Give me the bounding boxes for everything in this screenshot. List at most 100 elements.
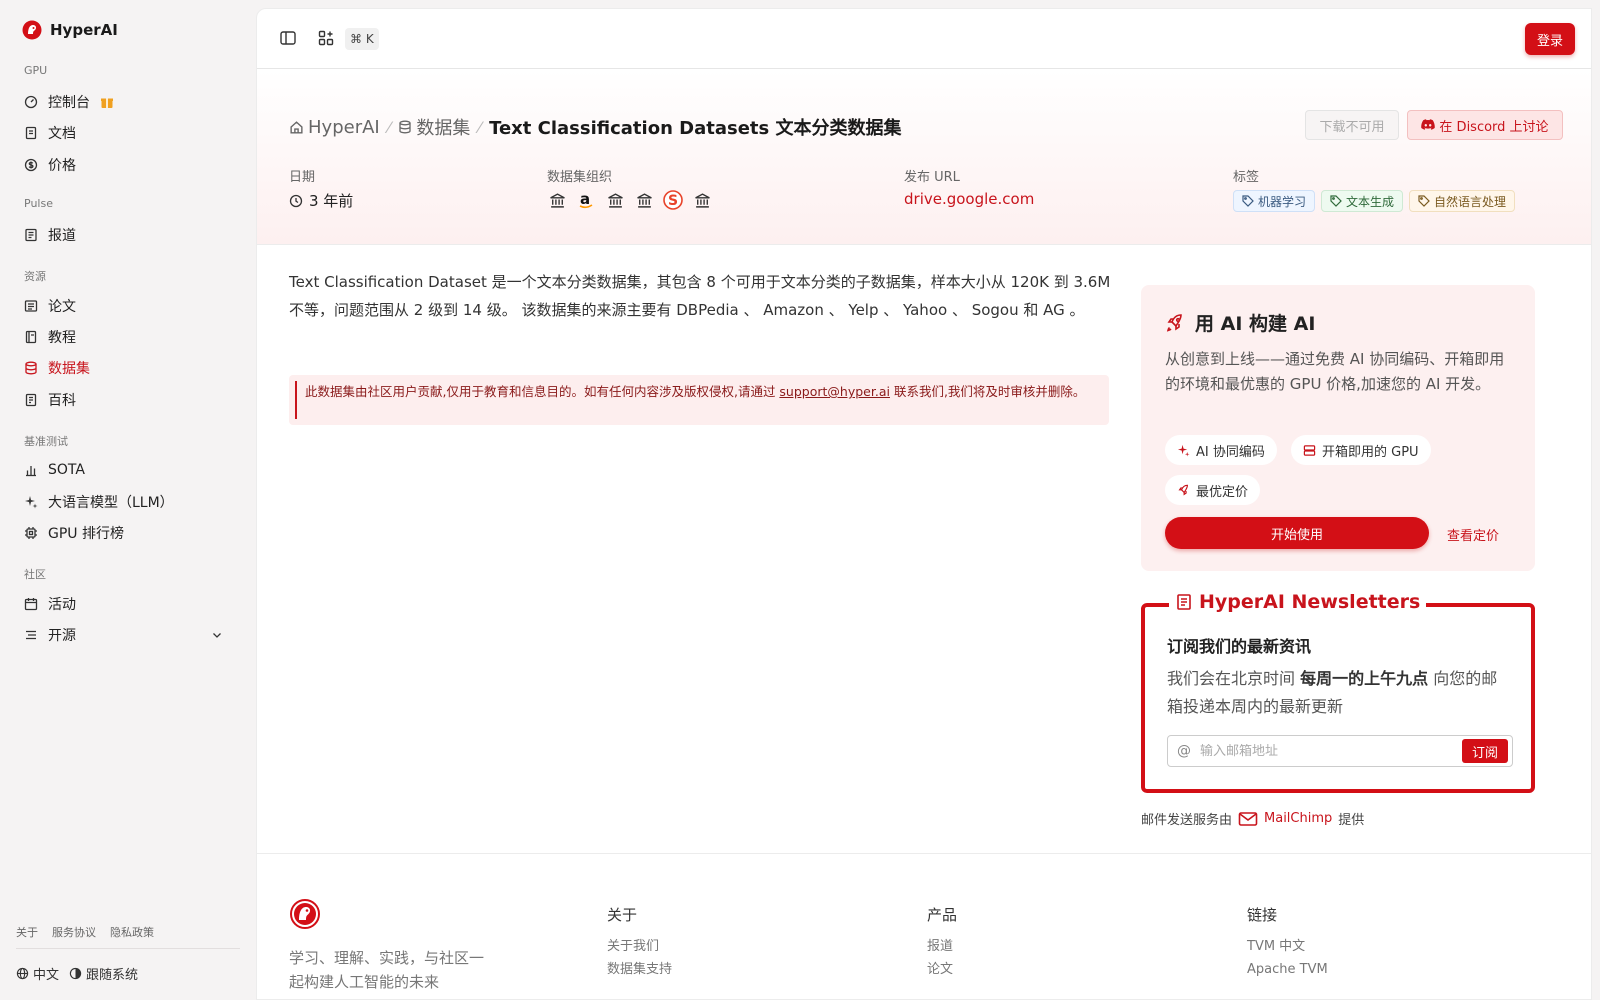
institution-icon[interactable] [605, 190, 625, 210]
sidebar-item-tutorials[interactable]: 教程 [16, 323, 236, 351]
chip-label: AI 协同编码 [1196, 444, 1265, 460]
sidebar-item-datasets[interactable]: 数据集 [16, 354, 236, 382]
tag-label: 自然语言处理 [1434, 194, 1507, 209]
clock-icon [289, 194, 303, 207]
sidebar-item-label: 大语言模型（LLM） [48, 495, 174, 511]
section-resources: 资源 [24, 270, 46, 283]
sidebar-item-sota[interactable]: SOTA [16, 456, 236, 484]
sidebar-item-label: 价格 [48, 158, 76, 174]
dataset-description: Text Classification Dataset 是一个文本分类数据集，其… [289, 273, 1111, 319]
notice-text-before: 此数据集由社区用户贡献,仅用于教育和信息目的。如有任何内容涉及版权侵权,请通过 [305, 384, 780, 399]
support-email-link[interactable]: support@hyper.ai [779, 384, 890, 399]
tag-label: 机器学习 [1258, 194, 1307, 209]
sidebar-item-open-source[interactable]: 开源 [16, 621, 236, 649]
subscribe-button[interactable]: 订阅 [1462, 739, 1508, 763]
tag-text-generation[interactable]: 文本生成 [1321, 190, 1404, 212]
chip-pricing: 最优定价 [1165, 475, 1261, 505]
footer-link[interactable]: 关于我们 [607, 935, 672, 958]
breadcrumb-section[interactable]: 数据集 [398, 114, 470, 140]
amazon-logo-icon[interactable]: a [576, 190, 596, 210]
apps-icon[interactable] [317, 29, 335, 47]
sidebar-item-label: 论文 [48, 299, 76, 315]
database-icon [399, 120, 412, 134]
sidebar-item-console[interactable]: 控制台 [16, 88, 236, 116]
brand[interactable]: HyperAI [22, 20, 118, 40]
sidebar-item-news[interactable]: 报道 [16, 221, 236, 249]
footer-col-products: 产品 报道 论文 [927, 904, 957, 981]
footer-tagline: 学习、理解、实践，与社区一起构建人工智能的未来 [289, 949, 485, 991]
footer-link[interactable]: 报道 [927, 935, 957, 958]
discord-icon [1421, 119, 1436, 130]
footer-link[interactable]: Apache TVM [1247, 958, 1328, 981]
footer-link[interactable]: 数据集支持 [607, 958, 672, 981]
sidebar-item-label: 开源 [48, 628, 76, 644]
notice-text: 此数据集由社区用户贡献,仅用于教育和信息目的。如有任何内容涉及版权侵权,请通过 … [305, 382, 1101, 401]
about-link[interactable]: 关于 [16, 924, 38, 940]
sidebar-item-docs[interactable]: 文档 [16, 119, 236, 147]
terms-link[interactable]: 服务协议 [52, 924, 96, 940]
email-input[interactable] [1196, 743, 1462, 759]
sogou-logo-icon[interactable]: S [663, 190, 683, 210]
chip-gpu: 开箱即用的 GPU [1291, 435, 1431, 465]
source-url-link[interactable]: drive.google.com [904, 190, 1034, 208]
newsletter-card: HyperAI Newsletters 订阅我们的最新资讯 我们会在北京时间 每… [1141, 591, 1535, 793]
chip-label: 最优定价 [1196, 484, 1249, 500]
breadcrumb-home[interactable]: HyperAI [289, 117, 380, 138]
dataset-header: HyperAI ⁄ 数据集 ⁄ Text Classification Data… [257, 70, 1591, 245]
sidebar-item-papers[interactable]: 论文 [16, 292, 236, 320]
book-icon [25, 126, 37, 140]
rocket-icon [1178, 484, 1188, 495]
sidebar-item-wiki[interactable]: 百科 [16, 386, 236, 414]
tag-nlp[interactable]: 自然语言处理 [1409, 190, 1516, 212]
server-icon [1303, 444, 1316, 456]
institution-icon[interactable] [634, 190, 654, 210]
mail-icon [1238, 811, 1258, 826]
page-title: Text Classification Datasets 文本分类数据集 [489, 118, 902, 139]
institution-icon[interactable] [692, 190, 712, 210]
sidebar-toggle-icon[interactable] [279, 29, 297, 47]
login-button[interactable]: 登录 [1525, 23, 1575, 55]
privacy-link[interactable]: 隐私政策 [110, 924, 154, 940]
institution-icon[interactable] [547, 190, 567, 210]
footer-link[interactable]: TVM 中文 [1247, 935, 1328, 958]
sidebar-item-label: 教程 [48, 330, 76, 346]
sidebar-footer-links: 关于 服务协议 隐私政策 [16, 924, 154, 940]
discord-button[interactable]: 在 Discord 上讨论 [1407, 110, 1563, 140]
view-pricing-link[interactable]: 查看定价 [1447, 525, 1499, 544]
tag-machine-learning[interactable]: 机器学习 [1233, 190, 1316, 212]
sidebar-item-label: 百科 [48, 393, 76, 409]
sidebar-item-events[interactable]: 活动 [16, 590, 236, 618]
main-panel: ⌘ K 登录 HyperAI ⁄ 数据集 ⁄ Text Classificati… [256, 8, 1592, 1000]
footer-col-title: 链接 [1247, 906, 1278, 924]
chevron-down-icon[interactable] [210, 628, 224, 642]
language-switch[interactable]: 中文 [16, 964, 59, 983]
rocket-icon [1166, 313, 1182, 332]
footer-link[interactable]: 论文 [927, 958, 957, 981]
sidebar-item-label: 报道 [48, 228, 76, 244]
newspaper-icon [25, 228, 37, 242]
search-shortcut[interactable]: ⌘ K [345, 28, 379, 50]
promo-description: 从创意到上线——通过免费 AI 协同编码、开箱即用的环境和最优惠的 GPU 价格… [1165, 350, 1505, 393]
date-label: 日期 [289, 170, 316, 185]
org-list: a S [547, 190, 712, 210]
breadcrumb-home-label: HyperAI [308, 116, 380, 138]
get-started-button[interactable]: 开始使用 [1165, 517, 1429, 549]
newsletter-heading: 订阅我们的最新资讯 [1167, 637, 1312, 656]
hyperai-logo-icon[interactable] [289, 898, 321, 930]
footer-col-title: 产品 [927, 906, 958, 924]
newsletter-title-text: HyperAI Newsletters [1199, 591, 1421, 613]
sparkles-icon [1177, 444, 1190, 457]
breadcrumb-separator: ⁄ [478, 117, 482, 137]
chip-label: 开箱即用的 GPU [1322, 444, 1419, 460]
gauge-icon [24, 95, 38, 109]
copyright-notice: 此数据集由社区用户贡献,仅用于教育和信息目的。如有任何内容涉及版权侵权,请通过 … [289, 375, 1109, 425]
theme-switch[interactable]: 跟随系统 [69, 964, 138, 983]
brand-name: HyperAI [50, 21, 118, 39]
sidebar-item-label: 文档 [48, 126, 76, 142]
sidebar-item-llm[interactable]: 大语言模型（LLM） [16, 488, 236, 516]
mailchimp-link[interactable]: MailChimp [1264, 811, 1332, 826]
newsletter-desc-before: 我们会在北京时间 [1167, 669, 1301, 688]
sidebar-item-pricing[interactable]: 价格 [16, 151, 236, 179]
download-button[interactable]: 下载不可用 [1305, 110, 1399, 140]
sidebar-item-gpu-leaderboard[interactable]: GPU 排行榜 [16, 519, 236, 547]
